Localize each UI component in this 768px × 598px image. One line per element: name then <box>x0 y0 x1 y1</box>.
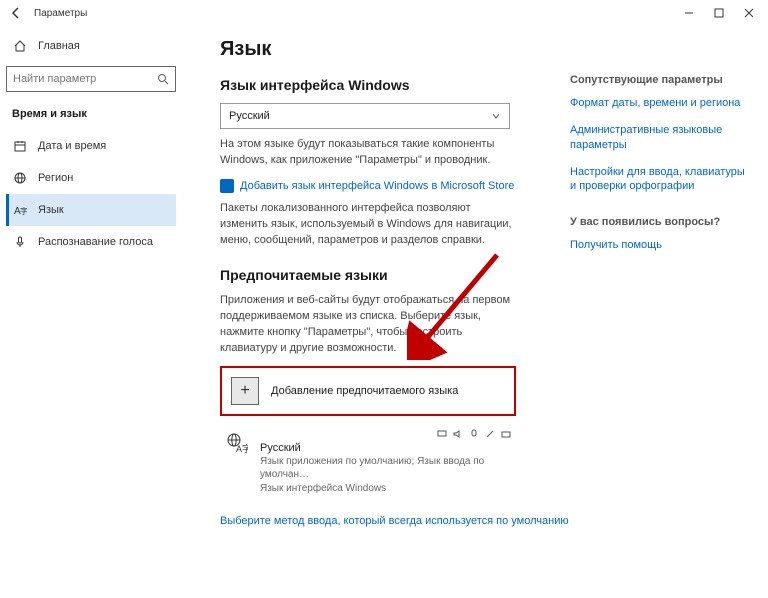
calendar-icon <box>12 138 28 154</box>
maximize-button[interactable] <box>704 0 734 26</box>
sidebar-item-language[interactable]: A字 Язык <box>6 194 176 226</box>
back-button[interactable] <box>4 1 28 25</box>
page-title: Язык <box>220 38 570 61</box>
sidebar-item-label: Распознавание голоса <box>38 236 153 248</box>
display-language-dropdown[interactable]: Русский <box>220 103 510 129</box>
related-link-date-format[interactable]: Формат даты, времени и региона <box>570 96 750 111</box>
store-icon <box>220 179 234 193</box>
related-link-admin-lang[interactable]: Административные языковые параметры <box>570 123 750 153</box>
sidebar-item-label: Дата и время <box>38 140 106 152</box>
questions-header: У вас появились вопросы? <box>570 216 750 228</box>
handwriting-icon <box>484 428 496 440</box>
sidebar-item-label: Язык <box>38 204 64 216</box>
related-link-input-settings[interactable]: Настройки для ввода, клавиатуры и провер… <box>570 165 750 195</box>
window-title: Параметры <box>34 8 87 19</box>
globe-icon <box>12 170 28 186</box>
get-help-link[interactable]: Получить помощь <box>570 238 750 253</box>
section-preferred-languages: Предпочитаемые языки <box>220 267 570 283</box>
minimize-button[interactable] <box>674 0 704 26</box>
tts-icon <box>452 428 464 440</box>
content-area: Язык Язык интерфейса Windows Русский На … <box>220 38 570 598</box>
sidebar-item-speech[interactable]: Распознавание голоса <box>6 226 176 258</box>
sidebar-item-datetime[interactable]: Дата и время <box>6 130 176 162</box>
sidebar-item-region[interactable]: Регион <box>6 162 176 194</box>
search-icon <box>157 73 169 85</box>
sidebar-home[interactable]: Главная <box>6 34 176 58</box>
add-language-button[interactable]: + Добавление предпочитаемого языка <box>225 371 511 411</box>
add-language-label: Добавление предпочитаемого языка <box>271 385 458 397</box>
close-button[interactable] <box>734 0 764 26</box>
packs-desc: Пакеты локализованного интерфейса позвол… <box>220 201 520 249</box>
search-input-wrap[interactable] <box>6 66 176 92</box>
language-sub-1: Язык приложения по умолчанию; Язык ввода… <box>260 455 512 481</box>
store-link-text: Добавить язык интерфейса Windows в Micro… <box>240 180 514 192</box>
default-ime-link[interactable]: Выберите метод ввода, который всегда исп… <box>220 515 570 527</box>
language-sub-2: Язык интерфейса Windows <box>260 482 512 495</box>
language-item[interactable]: A字 Русский Язык приложения по умолчанию;… <box>220 426 516 497</box>
language-icon: A字 <box>12 202 28 218</box>
annotation-highlight: + Добавление предпочитаемого языка <box>220 366 516 416</box>
store-link-row[interactable]: Добавить язык интерфейса Windows в Micro… <box>220 179 570 193</box>
home-icon <box>12 38 28 54</box>
sidebar-home-label: Главная <box>38 40 80 52</box>
display-icon <box>436 428 448 440</box>
chevron-down-icon <box>491 111 501 121</box>
dropdown-value: Русский <box>229 110 270 122</box>
svg-text:字: 字 <box>20 206 27 216</box>
related-header: Сопутствующие параметры <box>570 74 750 86</box>
sidebar-item-label: Регион <box>38 172 73 184</box>
speech-icon <box>468 428 480 440</box>
section-display-language: Язык интерфейса Windows <box>220 77 570 93</box>
language-name: Русский <box>260 442 512 454</box>
language-pack-icon: A字 <box>224 430 250 456</box>
display-language-desc: На этом языке будут показываться такие к… <box>220 137 520 169</box>
sidebar-category: Время и язык <box>6 104 176 130</box>
plus-icon: + <box>231 377 259 405</box>
search-input[interactable] <box>13 73 157 85</box>
keyboard-icon <box>500 428 512 440</box>
sidebar: Главная Время и язык Дата и время Регион… <box>0 26 182 598</box>
related-pane: Сопутствующие параметры Формат даты, вре… <box>570 38 750 598</box>
microphone-icon <box>12 234 28 250</box>
preferred-desc: Приложения и веб-сайты будут отображатьс… <box>220 293 520 357</box>
svg-text:A字: A字 <box>236 443 248 454</box>
